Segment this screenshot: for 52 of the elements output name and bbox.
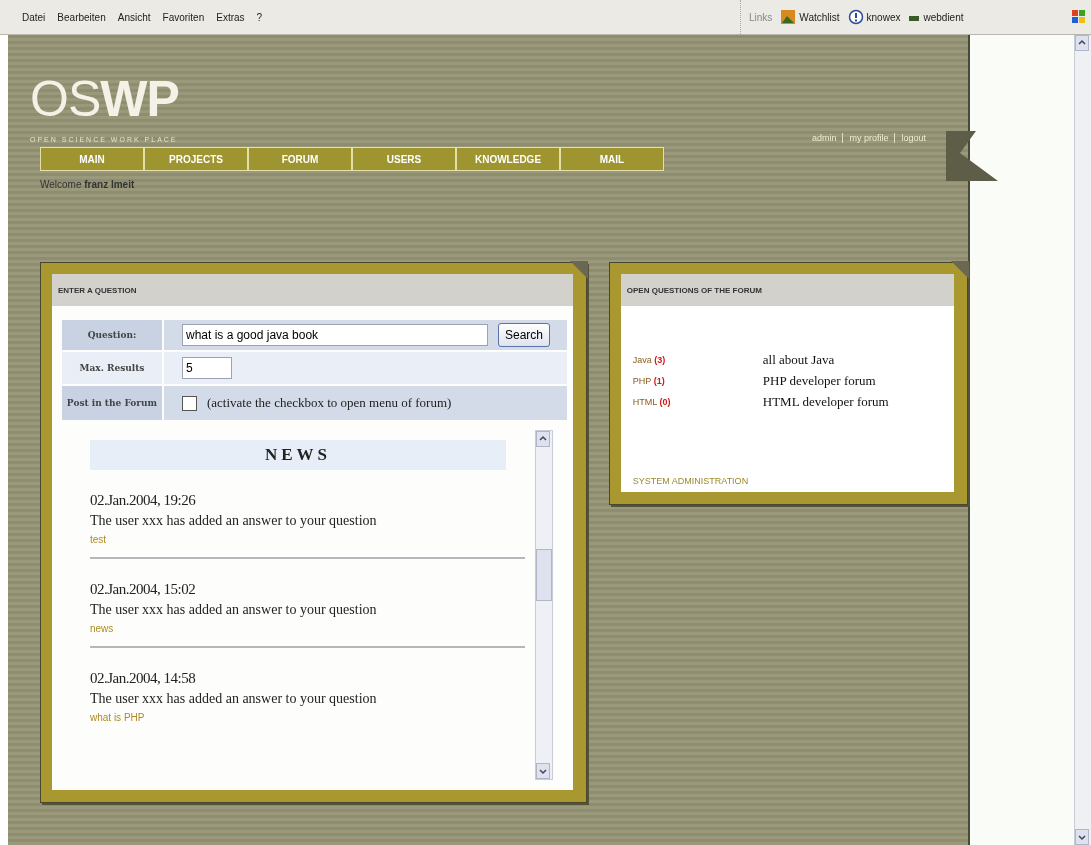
scroll-thumb[interactable] — [535, 549, 552, 601]
toolbar-link[interactable]: Watchlist — [780, 9, 840, 25]
forum-description: all about Java — [762, 352, 836, 368]
forum-description: PHP developer forum — [762, 373, 877, 389]
fold-corner-drawing — [951, 261, 969, 279]
forum-link[interactable]: HTML (0) — [632, 397, 763, 407]
menu-item[interactable]: ? — [256, 11, 263, 23]
question-link[interactable]: what is PHP — [90, 712, 525, 723]
news-text: The user xxx has added an answer to your question — [90, 691, 378, 707]
scroll-up-icon[interactable] — [1075, 35, 1089, 51]
field-label: Question: — [62, 320, 162, 350]
scroll-down-icon[interactable] — [535, 763, 550, 779]
toolbar-link[interactable]: knowex — [847, 9, 901, 25]
welcome-text: Welcome franz lmeit — [40, 179, 136, 190]
forum-link[interactable]: PHP (1) — [632, 376, 763, 386]
news-heading: NEWS — [90, 440, 506, 470]
menu-item[interactable]: Extras — [216, 11, 245, 23]
scrollbar[interactable] — [1074, 35, 1091, 845]
picture-icon — [780, 9, 797, 25]
field-label: Post in the Forum — [62, 386, 162, 420]
scroll-up-icon[interactable] — [535, 431, 550, 447]
question-link[interactable]: news — [90, 623, 525, 634]
menu-item[interactable]: Datei — [22, 11, 46, 23]
fold-drawing — [946, 131, 998, 181]
news-date: 02.Jan.2004, 14:58 — [90, 670, 197, 687]
card-title: OPEN QUESTIONS OF THE FORUM — [620, 274, 954, 306]
post-checkbox[interactable] — [182, 395, 197, 411]
checkbox-hint: (activate the checkbox to open menu of forum) — [207, 395, 452, 411]
field-label: Max. Results — [62, 352, 162, 384]
menu-item[interactable]: Ansicht — [117, 11, 151, 23]
admin-link[interactable]: SYSTEM ADMINISTRATION — [632, 476, 954, 486]
windows-logo-icon — [1071, 9, 1087, 25]
forum-link[interactable]: Java (3) — [632, 355, 763, 365]
help-icon — [847, 9, 864, 25]
scroll-down-icon[interactable] — [1075, 829, 1089, 845]
menu-item[interactable]: Bearbeiten — [57, 11, 106, 23]
news-text: The user xxx has added an answer to your question — [90, 513, 378, 529]
max-results-input[interactable]: 5 — [182, 357, 232, 379]
logo: OSWP — [30, 74, 179, 124]
search-button[interactable]: Search — [498, 323, 551, 347]
news-text: The user xxx has added an answer to your question — [90, 602, 378, 618]
scrollbar[interactable] — [534, 430, 553, 780]
links-label: Links — [749, 11, 773, 23]
news-date: 02.Jan.2004, 15:02 — [90, 581, 197, 598]
question-link[interactable]: test — [90, 534, 525, 545]
card-title: ENTER A QUESTION — [52, 274, 573, 306]
toolbar-link[interactable]: webdient — [908, 11, 964, 23]
news-date: 02.Jan.2004, 19:26 — [90, 492, 197, 509]
menu-item[interactable]: Favoriten — [162, 11, 205, 23]
forum-description: HTML developer forum — [762, 394, 890, 410]
fold-corner-drawing — [569, 261, 588, 279]
question-input[interactable]: what is a good java book — [182, 324, 488, 346]
